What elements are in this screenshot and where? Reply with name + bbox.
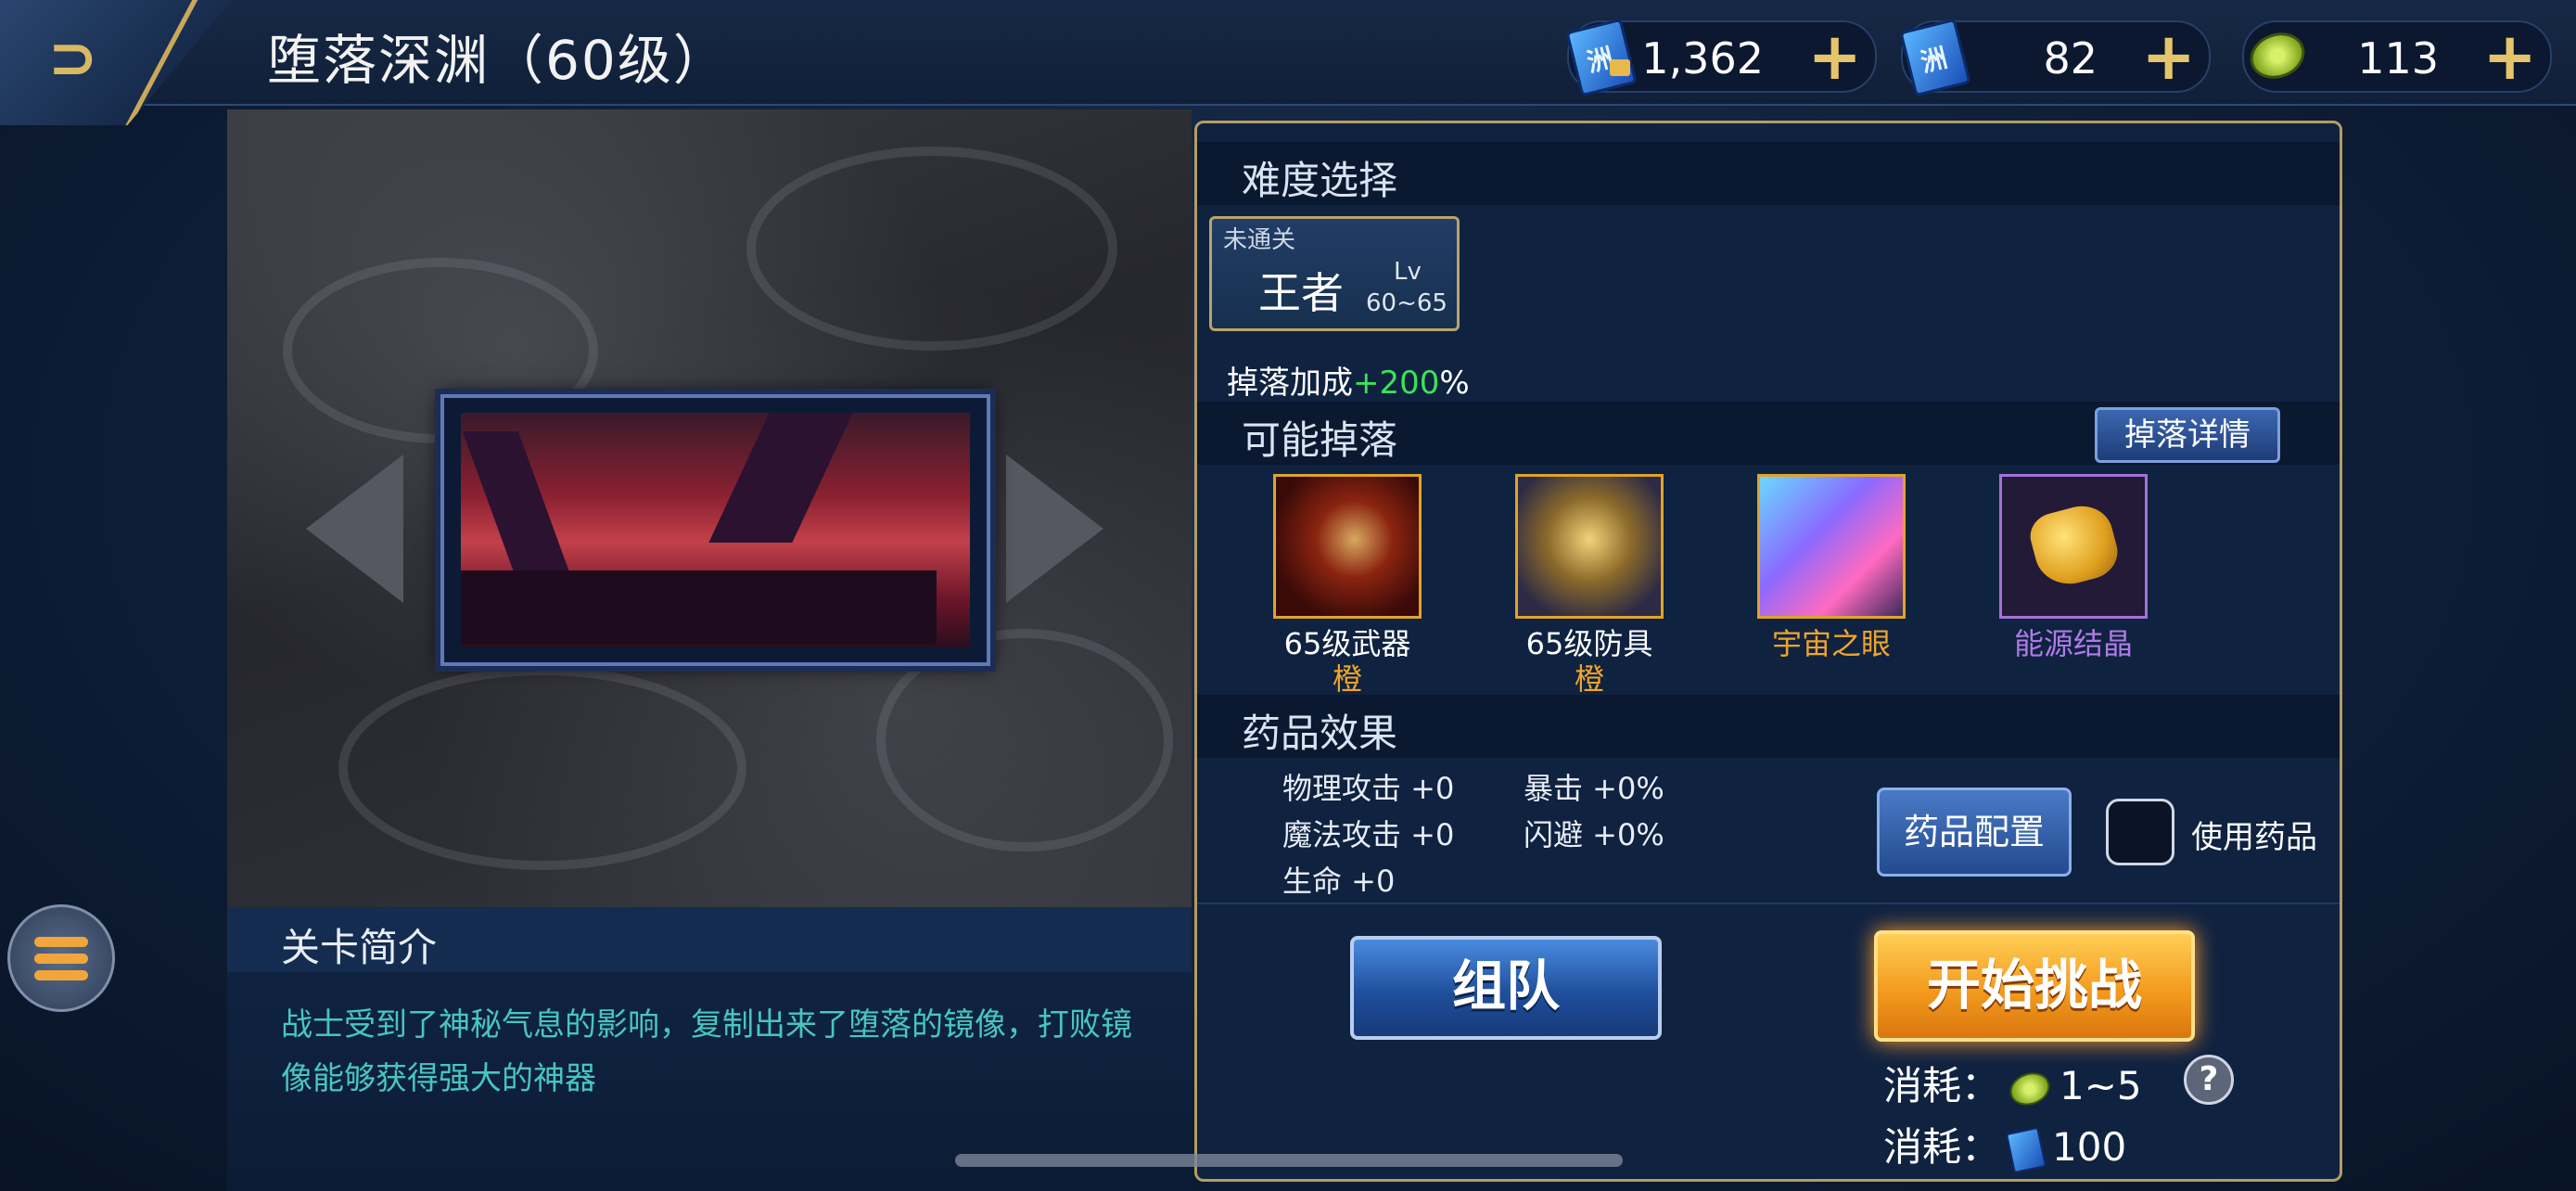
difficulty-card-king[interactable]: 未通关 王者 Lv 60~65 bbox=[1209, 216, 1460, 331]
divider bbox=[1197, 903, 2340, 904]
drop-bonus-label: 掉落加成 bbox=[1227, 365, 1353, 402]
crystal-icon bbox=[1757, 474, 1906, 619]
stat-dodge: 闪避 +0% bbox=[1524, 817, 1664, 852]
stage-intro-description: 战士受到了神秘气息的影响，复制出来了堕落的镜像，打败镜像能够获得强大的神器 bbox=[281, 1006, 1132, 1097]
help-icon[interactable]: ? bbox=[2184, 1055, 2234, 1105]
stage-thumbnail[interactable] bbox=[440, 394, 990, 666]
drop-item[interactable]: 能源结晶 bbox=[1999, 474, 2148, 663]
medicine-config-button[interactable]: 药品配置 bbox=[1877, 788, 2072, 877]
menu-icon bbox=[34, 937, 88, 947]
stage-detail-panel: 难度选择 未通关 王者 Lv 60~65 掉落加成+200% 可能掉落 掉落详情… bbox=[1194, 121, 2342, 1182]
clear-status: 未通关 bbox=[1223, 226, 1296, 254]
ticket-cost-value: 100 bbox=[2052, 1124, 2127, 1170]
coin-icon bbox=[2238, 17, 2313, 95]
map-swirl bbox=[746, 147, 1117, 351]
team-button[interactable]: 组队 bbox=[1350, 936, 1662, 1040]
ticket-icon: 洲 bbox=[1897, 17, 1971, 97]
currency-coins: 113 + bbox=[2242, 20, 2552, 93]
difficulty-section-header: 难度选择 bbox=[1197, 142, 2340, 205]
add-locked-tickets-button[interactable]: + bbox=[1807, 24, 1862, 89]
difficulty-name: 王者 bbox=[1258, 268, 1344, 318]
drop-item-name: 65级武器 bbox=[1283, 626, 1411, 661]
add-coins-button[interactable]: + bbox=[2482, 24, 2537, 89]
armor-icon bbox=[1515, 474, 1664, 619]
currency-tickets: 洲 82 + bbox=[1899, 18, 2211, 97]
drop-bonus: 掉落加成+200% bbox=[1227, 357, 1470, 403]
start-challenge-button[interactable]: 开始挑战 bbox=[1874, 930, 2195, 1042]
level-range: 60~65 bbox=[1366, 289, 1447, 317]
currency-locked-tickets: 洲 1,362 + bbox=[1565, 18, 1877, 97]
stat-physical-attack: 物理攻击 +0 bbox=[1282, 771, 1455, 806]
level-label: Lv bbox=[1394, 258, 1422, 286]
drop-item-name: 65级防具 bbox=[1525, 626, 1653, 661]
coin-cost: 消耗： 1~5 bbox=[1883, 1055, 2142, 1111]
energy-crystal-icon bbox=[1999, 474, 2148, 619]
drop-bonus-suffix: % bbox=[1439, 365, 1470, 402]
stat-magic-attack: 魔法攻击 +0 bbox=[1282, 817, 1455, 852]
stage-artwork bbox=[461, 413, 970, 647]
drop-item[interactable]: 65级防具 橙 bbox=[1515, 474, 1664, 695]
page-title: 堕落深渊（60级） bbox=[267, 29, 729, 92]
energy-crystal-shape bbox=[2025, 498, 2123, 593]
stage-intro-panel: 关卡简介 战士受到了神秘气息的影响，复制出来了堕落的镜像，打败镜像能够获得强大的… bbox=[227, 907, 1192, 1191]
menu-button[interactable] bbox=[7, 904, 115, 1012]
home-indicator[interactable] bbox=[955, 1154, 1623, 1167]
artwork-rock bbox=[708, 413, 853, 543]
drop-item-quality: 橙 bbox=[1332, 661, 1362, 697]
map-swirl bbox=[338, 666, 746, 870]
currency-value: 82 bbox=[2043, 33, 2098, 83]
use-medicine-label: 使用药品 bbox=[2191, 819, 2317, 856]
back-arrow-icon: ⊃ bbox=[48, 24, 98, 93]
medicine-heading: 药品效果 bbox=[1242, 711, 1398, 756]
drop-item[interactable]: 65级武器 橙 bbox=[1273, 474, 1422, 695]
drop-bonus-value: +200 bbox=[1353, 365, 1440, 402]
stat-hp: 生命 +0 bbox=[1282, 864, 1396, 899]
stage-intro-header: 关卡简介 bbox=[227, 907, 1192, 972]
currency-value: 113 bbox=[2357, 33, 2439, 83]
menu-icon-line bbox=[34, 970, 88, 980]
cost-label: 消耗： bbox=[1883, 1124, 2001, 1170]
ticket-cost: 消耗： 100 bbox=[1883, 1116, 2127, 1173]
medicine-section-header: 药品效果 bbox=[1197, 695, 2340, 758]
next-stage-arrow[interactable] bbox=[1006, 455, 1103, 603]
drop-details-button[interactable]: 掉落详情 bbox=[2095, 407, 2280, 463]
coin-icon bbox=[2005, 1067, 2055, 1110]
stage-intro-heading: 关卡简介 bbox=[281, 925, 438, 970]
drops-heading: 可能掉落 bbox=[1242, 417, 1398, 463]
drop-item-quality: 橙 bbox=[1574, 661, 1604, 697]
previous-stage-arrow[interactable] bbox=[306, 455, 403, 603]
stat-crit: 暴击 +0% bbox=[1524, 771, 1664, 806]
drop-item[interactable]: 宇宙之眼 bbox=[1757, 474, 1906, 663]
ticket-icon bbox=[2005, 1126, 2047, 1173]
locked-ticket-icon: 洲 bbox=[1563, 17, 1638, 97]
coin-cost-value: 1~5 bbox=[2060, 1063, 2142, 1108]
difficulty-heading: 难度选择 bbox=[1242, 158, 1398, 203]
drop-item-name: 宇宙之眼 bbox=[1771, 626, 1891, 661]
drop-item-name: 能源结晶 bbox=[2013, 626, 2133, 661]
use-medicine-checkbox[interactable] bbox=[2106, 799, 2174, 865]
artwork-ground bbox=[461, 570, 937, 645]
weapon-icon bbox=[1273, 474, 1422, 619]
cost-label: 消耗： bbox=[1883, 1063, 2001, 1108]
add-tickets-button[interactable]: + bbox=[2141, 24, 2196, 89]
currency-value: 1,362 bbox=[1641, 33, 1764, 83]
menu-icon-line bbox=[34, 954, 88, 964]
